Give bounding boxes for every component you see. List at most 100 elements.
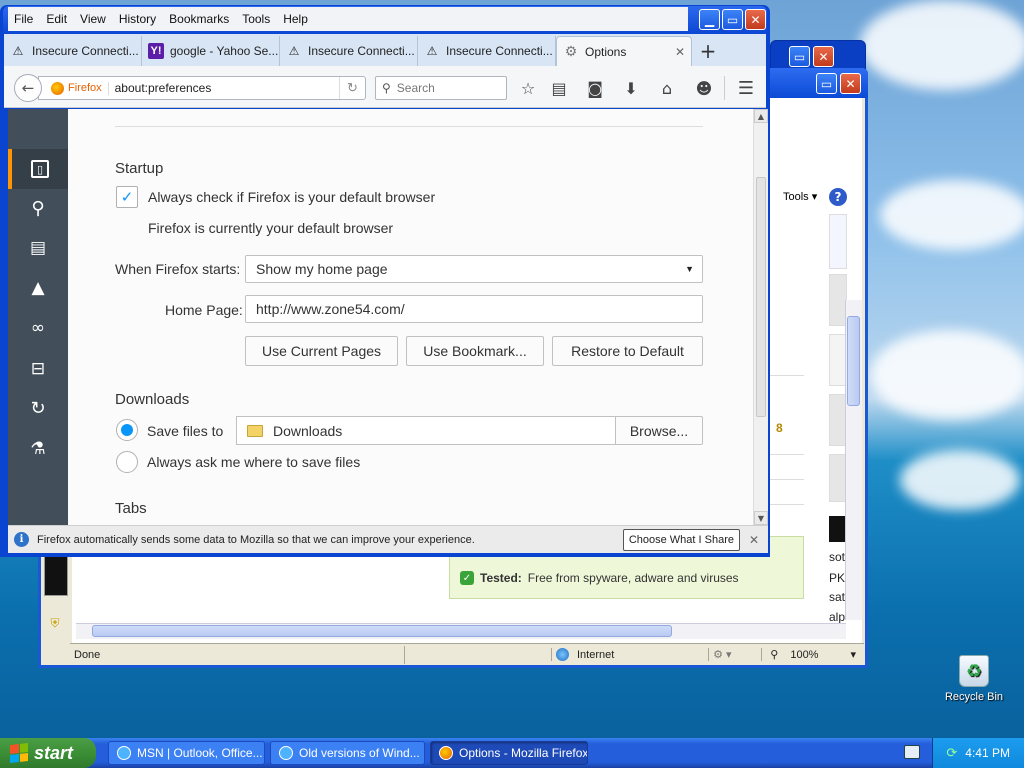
menu-view[interactable]: View bbox=[80, 12, 106, 26]
ie-scroll-thumb[interactable] bbox=[847, 316, 860, 406]
default-browser-status: Firefox is currently your default browse… bbox=[148, 220, 394, 236]
category-security[interactable]: ⊟ bbox=[8, 349, 68, 389]
search-icon: ⚲ bbox=[382, 81, 391, 95]
bookmark-star-icon[interactable]: ☆ bbox=[516, 76, 540, 100]
reload-icon[interactable]: ↻ bbox=[339, 77, 365, 99]
menu-history[interactable]: History bbox=[119, 12, 156, 26]
ie-side-text: sat bbox=[829, 590, 846, 604]
firefox-logo-icon bbox=[51, 81, 64, 95]
category-content[interactable]: ▤ bbox=[8, 228, 68, 268]
recycle-bin[interactable]: ♻ Recycle Bin bbox=[944, 655, 1004, 703]
maximize-icon[interactable]: ▭ bbox=[816, 73, 837, 94]
identity-box[interactable]: Firefox bbox=[39, 81, 109, 95]
download-folder-field[interactable]: Downloads bbox=[236, 416, 616, 445]
ie-statusbar: Done Internet ⚙ ▾ ⚲ 100% ▾ bbox=[70, 643, 864, 665]
tab-options[interactable]: ⚙ Options ✕ bbox=[556, 36, 692, 66]
cloud bbox=[880, 180, 1024, 250]
save-files-radio[interactable] bbox=[116, 419, 138, 441]
taskbar-item-firefox[interactable]: Options - Mozilla Firefox bbox=[430, 741, 588, 765]
general-icon: ▯ bbox=[31, 160, 49, 178]
choose-what-i-share-button[interactable]: Choose What I Share bbox=[622, 528, 740, 551]
zoom-control[interactable]: ⚲ 100% ▾ bbox=[761, 648, 864, 661]
start-label: start bbox=[34, 742, 74, 763]
always-ask-label[interactable]: Always ask me where to save files bbox=[147, 454, 360, 470]
downloads-heading: Downloads bbox=[115, 391, 190, 408]
scroll-down-icon[interactable]: ▼ bbox=[754, 511, 768, 525]
when-starts-select[interactable]: Show my home page ▼ bbox=[245, 255, 703, 283]
url-text[interactable]: about:preferences bbox=[115, 81, 212, 95]
taskbar-item-label: Old versions of Wind... bbox=[299, 746, 420, 760]
use-bookmark-button[interactable]: Use Bookmark... bbox=[406, 336, 544, 366]
url-bar[interactable]: Firefox about:preferences ↻ bbox=[38, 76, 366, 100]
search-input[interactable]: ⚲ Search bbox=[375, 76, 507, 100]
download-icon[interactable]: ⬇ bbox=[619, 76, 643, 100]
cloud bbox=[900, 450, 1020, 510]
yahoo-icon: Y! bbox=[148, 43, 164, 59]
content-scrollbar[interactable]: ▲ ▼ bbox=[753, 109, 768, 525]
cloud bbox=[870, 330, 1024, 420]
pocket-icon[interactable]: ◙ bbox=[583, 76, 607, 100]
restore-default-button[interactable]: Restore to Default bbox=[552, 336, 703, 366]
minimize-icon[interactable]: ▁ bbox=[699, 9, 720, 30]
keyboard-icon[interactable] bbox=[904, 745, 920, 759]
new-tab-button[interactable]: + bbox=[692, 36, 724, 66]
close-icon[interactable]: ✕ bbox=[745, 9, 766, 30]
save-files-label[interactable]: Save files to bbox=[147, 423, 223, 439]
category-sync[interactable]: ↻ bbox=[8, 388, 68, 428]
category-applications[interactable]: ▲ bbox=[8, 268, 68, 308]
taskbar-item-msn[interactable]: MSN | Outlook, Office... bbox=[108, 741, 265, 765]
browse-button[interactable]: Browse... bbox=[615, 416, 703, 445]
back-button[interactable]: ← bbox=[14, 74, 42, 102]
menu-edit[interactable]: Edit bbox=[46, 12, 67, 26]
shield-icon: ⛨ bbox=[44, 614, 66, 632]
help-icon[interactable]: ? bbox=[829, 188, 847, 206]
search-placeholder: Search bbox=[396, 81, 435, 95]
hamburger-menu-icon[interactable]: ☰ bbox=[734, 76, 758, 100]
menu-help[interactable]: Help bbox=[283, 12, 308, 26]
category-advanced[interactable]: ⚗ bbox=[8, 429, 68, 469]
home-icon[interactable]: ⌂ bbox=[655, 76, 679, 100]
use-current-pages-button[interactable]: Use Current Pages bbox=[245, 336, 398, 366]
hello-icon[interactable]: ☻ bbox=[692, 76, 716, 100]
zoom-icon: ⚲ bbox=[770, 649, 779, 661]
scroll-up-icon[interactable]: ▲ bbox=[754, 109, 768, 123]
scroll-thumb[interactable] bbox=[756, 177, 766, 417]
network-icon[interactable]: ⟳ bbox=[946, 745, 957, 761]
tab-insecure-2[interactable]: ⚠ Insecure Connecti... bbox=[280, 36, 418, 66]
protected-mode-icon[interactable]: ⚙ ▾ bbox=[708, 648, 761, 661]
category-search[interactable]: ⚲ bbox=[8, 188, 68, 228]
start-button[interactable]: start bbox=[0, 738, 96, 768]
tab-insecure-3[interactable]: ⚠ Insecure Connecti... bbox=[418, 36, 556, 66]
always-ask-radio[interactable] bbox=[116, 451, 138, 473]
taskbar-item-label: Options - Mozilla Firefox bbox=[459, 746, 588, 760]
home-page-input[interactable]: http://www.zone54.com/ bbox=[245, 295, 703, 323]
ie-tools-menu[interactable]: Tools ▾ bbox=[783, 190, 817, 203]
tab-label: Insecure Connecti... bbox=[446, 44, 553, 58]
firefox-logo-icon bbox=[439, 746, 453, 760]
menu-file[interactable]: File bbox=[14, 12, 33, 26]
close-icon[interactable]: ✕ bbox=[740, 533, 768, 547]
clock[interactable]: 4:41 PM bbox=[965, 746, 1010, 760]
tab-yahoo[interactable]: Y! google - Yahoo Se... bbox=[142, 36, 280, 66]
divider bbox=[770, 454, 804, 455]
close-tab-icon[interactable]: ✕ bbox=[675, 45, 685, 59]
ie-side-tile bbox=[829, 214, 847, 269]
default-browser-checkbox[interactable]: ✓ bbox=[116, 186, 138, 208]
default-browser-label[interactable]: Always check if Firefox is your default … bbox=[148, 189, 435, 205]
ie-scroll-thumb[interactable] bbox=[92, 625, 672, 637]
maximize-icon[interactable]: ▭ bbox=[722, 9, 743, 30]
close-icon[interactable]: ✕ bbox=[840, 73, 861, 94]
category-general[interactable]: ▯ bbox=[8, 149, 68, 189]
tab-insecure-1[interactable]: ⚠ Insecure Connecti... bbox=[4, 36, 142, 66]
reading-list-icon[interactable]: ▤ bbox=[547, 76, 571, 100]
minimize-icon[interactable]: ▭ bbox=[789, 46, 810, 67]
menu-bookmarks[interactable]: Bookmarks bbox=[169, 12, 229, 26]
tab-label: Insecure Connecti... bbox=[308, 44, 415, 58]
close-icon[interactable]: ✕ bbox=[813, 46, 834, 67]
menu-tools[interactable]: Tools bbox=[242, 12, 270, 26]
checkmark-icon: ✓ bbox=[120, 189, 134, 206]
category-privacy[interactable]: ∞ bbox=[8, 308, 68, 348]
taskbar-item-old-versions[interactable]: Old versions of Wind... bbox=[270, 741, 425, 765]
back-arrow-icon: ← bbox=[21, 79, 35, 97]
divider bbox=[770, 375, 804, 376]
